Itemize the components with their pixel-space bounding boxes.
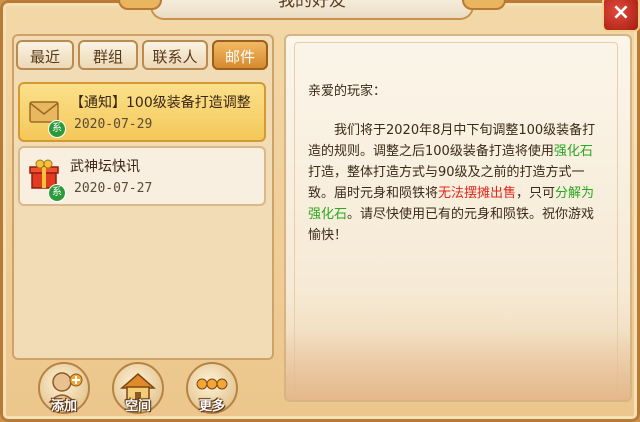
more-label: 更多 xyxy=(198,399,225,414)
mail-text: ，只可 xyxy=(516,186,556,201)
mail-text: 。请尽快使用已有的元身和陨铁。祝你游戏愉快！ xyxy=(308,207,595,243)
more-button[interactable]: 更多 xyxy=(186,362,238,414)
mail-title: 【通知】100级装备打造调整 xyxy=(70,95,251,111)
mail-body: 我们将于2020年8月中下旬调整100级装备打造的规则。调整之后100级装备打造… xyxy=(308,120,604,246)
system-badge: 系 xyxy=(48,120,66,138)
right-title-ornament xyxy=(462,0,506,10)
tab-mail[interactable]: 邮件 xyxy=(212,40,268,70)
space-label: 空间 xyxy=(124,399,151,414)
space-button[interactable]: 空间 xyxy=(112,362,164,414)
close-button[interactable]: × xyxy=(602,0,640,32)
tab-bar: 最近 群组 联系人 邮件 xyxy=(14,40,272,72)
scenery-background xyxy=(286,330,630,400)
mail-list-item[interactable]: 系 【通知】100级装备打造调整 2020-07-29 xyxy=(18,82,266,142)
title-ribbon: 我的好友 xyxy=(118,0,506,20)
left-title-ornament xyxy=(118,0,162,10)
tab-contacts[interactable]: 联系人 xyxy=(142,40,208,70)
add-friend-button[interactable]: 添加 xyxy=(38,362,90,414)
mail-text: 我们将于2020年8月中下旬调整100级装备打造的规则。调整之后100级装备打造… xyxy=(308,123,596,159)
window-title: 我的好友 xyxy=(278,0,346,11)
envelope-icon: 系 xyxy=(28,94,66,138)
highlight-no-stall-sale: 无法摆摊出售 xyxy=(438,186,517,201)
add-friend-label: 添加 xyxy=(50,399,77,414)
mail-title: 武神坛快讯 xyxy=(70,159,140,175)
left-panel: 最近 群组 联系人 邮件 系 【通知】100级装备打造调整 2020-07-29 xyxy=(12,34,274,360)
mail-list-item[interactable]: 系 武神坛快讯 2020-07-27 xyxy=(18,146,266,206)
tab-groups[interactable]: 群组 xyxy=(78,40,138,70)
mail-date: 2020-07-27 xyxy=(74,181,153,196)
mail-greeting: 亲爱的玩家： xyxy=(308,84,387,99)
gift-box-icon: 系 xyxy=(28,158,66,202)
mail-date: 2020-07-29 xyxy=(74,117,153,132)
highlight-enhance-stone: 强化石 xyxy=(553,144,593,159)
friends-window: 我的好友 × 最近 群组 联系人 邮件 系 【通知】100级装备打造调整 202… xyxy=(0,0,640,422)
mail-content-panel[interactable]: 亲爱的玩家： 我们将于2020年8月中下旬调整100级装备打造的规则。调整之后1… xyxy=(284,34,632,402)
system-badge: 系 xyxy=(48,184,66,202)
tab-recent[interactable]: 最近 xyxy=(16,40,74,70)
